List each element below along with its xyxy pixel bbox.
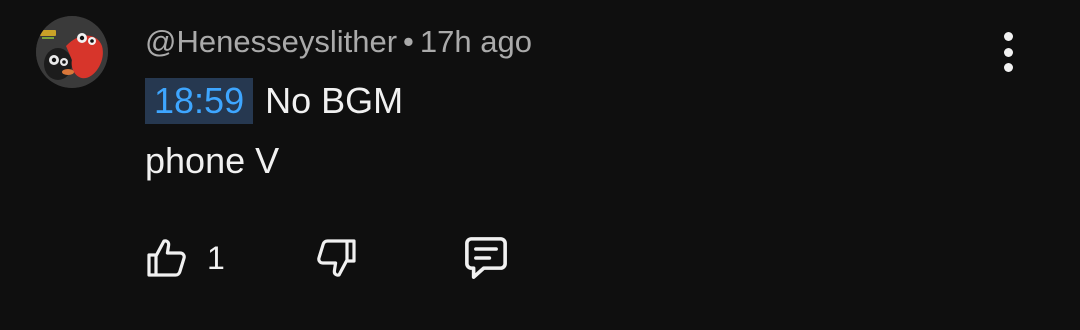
- more-vert-icon: [1003, 32, 1013, 41]
- like-button[interactable]: 1: [143, 232, 225, 284]
- avatar-image: [36, 16, 108, 88]
- thumb-down-icon: [317, 239, 356, 277]
- timestamp-link[interactable]: 18:59: [145, 78, 254, 124]
- comment-time[interactable]: 17h ago: [420, 24, 532, 59]
- avatar[interactable]: [36, 16, 108, 88]
- comment-text: No BGM: [265, 80, 404, 121]
- reply-comment-icon: [465, 237, 507, 279]
- dislike-button[interactable]: [312, 232, 360, 284]
- like-count: 1: [207, 239, 225, 276]
- comment-text-line: 18:59 No BGM: [145, 77, 403, 125]
- comment-text-line: phone V: [145, 137, 279, 185]
- header-separator: •: [403, 24, 414, 59]
- more-vert-icon-dot: [1003, 63, 1013, 72]
- comment-header: @Henesseyslither • 17h ago: [145, 22, 532, 62]
- comment-item: @Henesseyslither • 17h ago 18:59 No BGM pho…: [0, 0, 1080, 330]
- more-vert-icon-dot: [1003, 47, 1013, 57]
- thumb-up-icon: [147, 239, 186, 277]
- author-name[interactable]: @Henesseyslither: [145, 24, 397, 59]
- reply-button[interactable]: [459, 232, 513, 284]
- more-options-button[interactable]: [988, 30, 1028, 74]
- comment-text: phone V: [145, 140, 280, 181]
